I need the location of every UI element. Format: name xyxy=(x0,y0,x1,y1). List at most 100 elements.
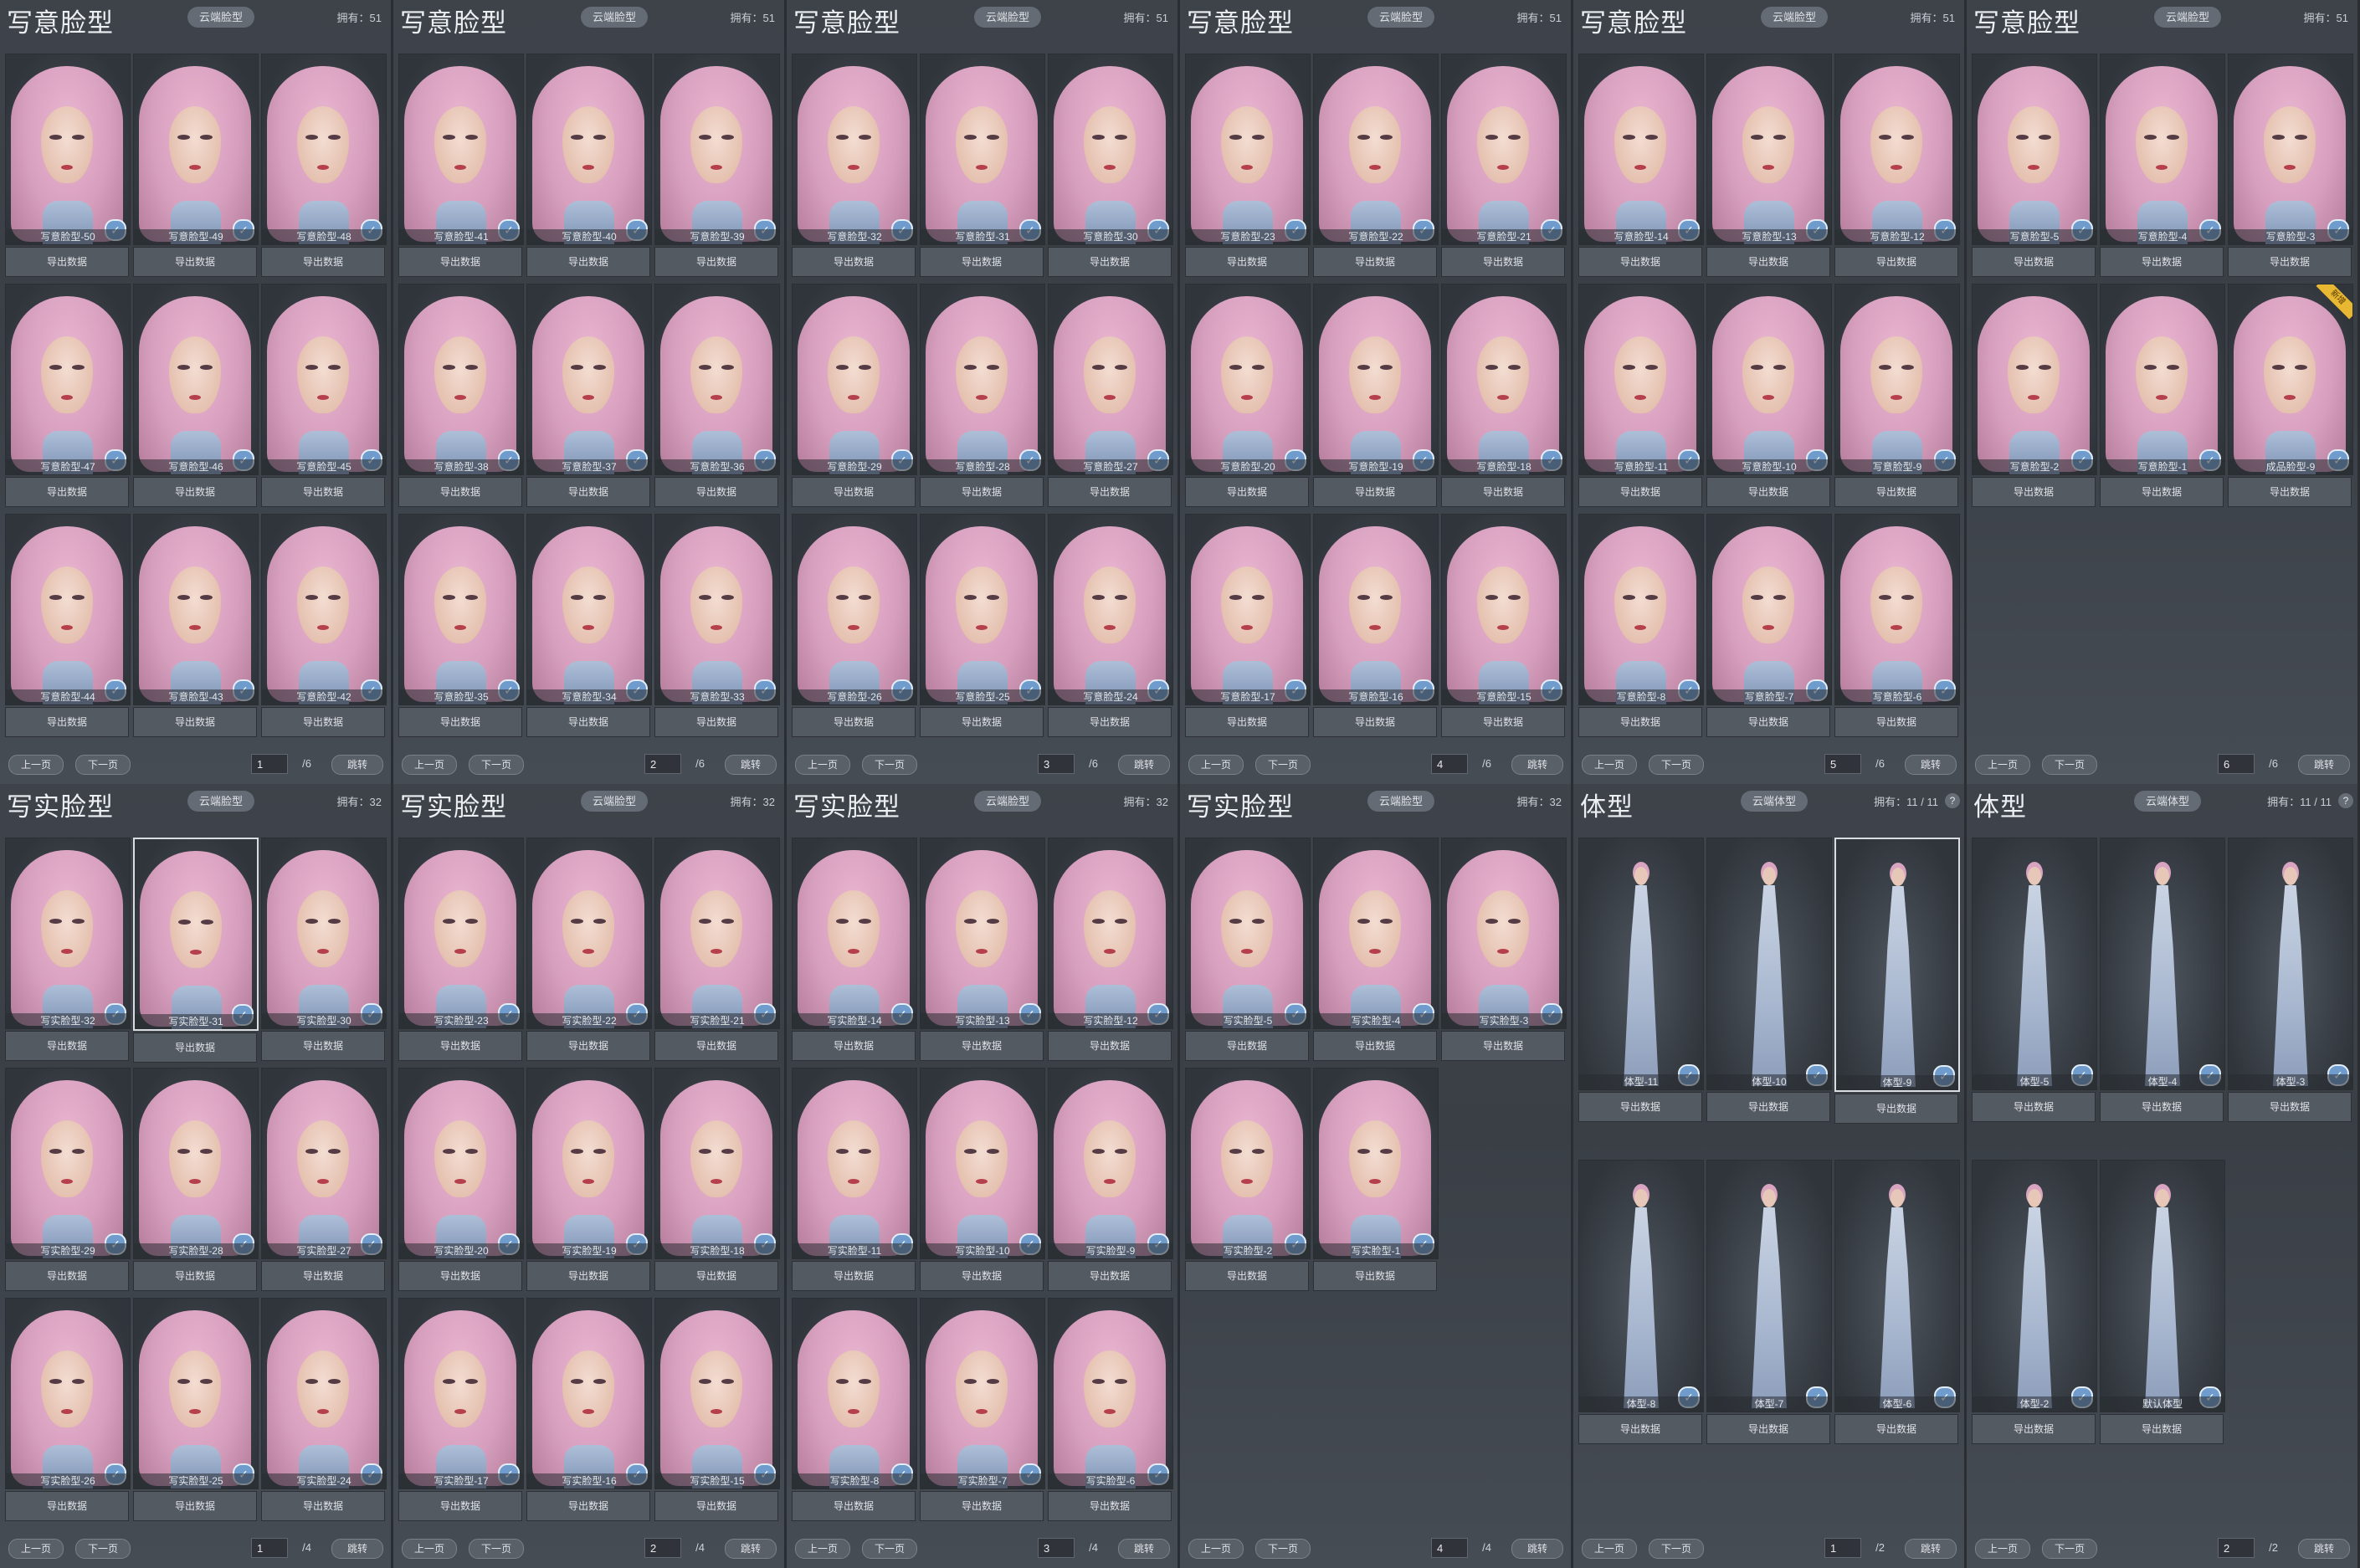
face-thumbnail[interactable]: ✓写实脸型-15 xyxy=(654,1298,780,1489)
cloud-button[interactable]: 云端脸型 xyxy=(1760,7,1828,28)
face-thumbnail[interactable]: ✓写意脸型-5 xyxy=(1972,54,2097,245)
preset-card[interactable]: ✓写实脸型-16导出数据 xyxy=(526,1298,652,1521)
face-thumbnail[interactable]: ✓写实脸型-17 xyxy=(398,1298,524,1489)
export-data-button[interactable]: 导出数据 xyxy=(792,477,916,507)
page-number-input[interactable]: 1 xyxy=(251,754,288,774)
preset-card[interactable]: ✓写实脸型-24导出数据 xyxy=(261,1298,387,1521)
preset-card[interactable]: ✓写实脸型-5导出数据 xyxy=(1185,838,1311,1061)
export-data-button[interactable]: 导出数据 xyxy=(133,247,257,277)
preset-card[interactable]: ✓写意脸型-21导出数据 xyxy=(1441,54,1567,277)
page-number-input[interactable]: 1 xyxy=(1824,1538,1861,1558)
face-thumbnail[interactable]: ✓写意脸型-33 xyxy=(654,514,780,705)
preset-card[interactable]: ✓写实脸型-28导出数据 xyxy=(133,1068,259,1291)
face-thumbnail[interactable]: ✓写实脸型-8 xyxy=(792,1298,917,1489)
body-thumbnail[interactable]: ✓体型-11 xyxy=(1578,838,1704,1090)
prev-page-button[interactable]: 上一页 xyxy=(1975,1539,2030,1559)
export-data-button[interactable]: 导出数据 xyxy=(920,707,1044,737)
export-data-button[interactable]: 导出数据 xyxy=(920,1031,1044,1061)
face-thumbnail[interactable]: ✓写实脸型-26 xyxy=(5,1298,131,1489)
preset-card[interactable]: ✓写意脸型-46导出数据 xyxy=(133,284,259,507)
export-data-button[interactable]: 导出数据 xyxy=(1048,247,1172,277)
export-data-button[interactable]: 导出数据 xyxy=(654,707,778,737)
preset-card[interactable]: ✓写实脸型-23导出数据 xyxy=(398,838,524,1061)
export-data-button[interactable]: 导出数据 xyxy=(2228,477,2352,507)
preset-card[interactable]: ✓体型-11导出数据 xyxy=(1578,838,1704,1122)
export-data-button[interactable]: 导出数据 xyxy=(1706,707,1830,737)
cloud-button[interactable]: 云端脸型 xyxy=(2153,7,2221,28)
face-thumbnail[interactable]: ✓写意脸型-21 xyxy=(1441,54,1567,245)
export-data-button[interactable]: 导出数据 xyxy=(1313,1031,1437,1061)
export-data-button[interactable]: 导出数据 xyxy=(1048,477,1172,507)
preset-card[interactable]: ✓写实脸型-27导出数据 xyxy=(261,1068,387,1291)
export-data-button[interactable]: 导出数据 xyxy=(1834,247,1958,277)
next-page-button[interactable]: 下一页 xyxy=(75,1539,131,1559)
preset-card[interactable]: ✓写实脸型-12导出数据 xyxy=(1048,838,1173,1061)
cloud-button[interactable]: 云端体型 xyxy=(1740,791,1808,812)
face-thumbnail[interactable]: ✓写意脸型-19 xyxy=(1313,284,1439,475)
preset-card[interactable]: ✓写意脸型-25导出数据 xyxy=(920,514,1045,737)
cloud-button[interactable]: 云端脸型 xyxy=(1367,7,1434,28)
export-data-button[interactable]: 导出数据 xyxy=(133,1261,257,1291)
export-data-button[interactable]: 导出数据 xyxy=(2100,477,2224,507)
cloud-button[interactable]: 云端脸型 xyxy=(580,7,648,28)
face-thumbnail[interactable]: ✓写实脸型-24 xyxy=(261,1298,387,1489)
next-page-button[interactable]: 下一页 xyxy=(1649,755,1704,775)
face-thumbnail[interactable]: ✓写意脸型-47 xyxy=(5,284,131,475)
preset-card[interactable]: ✓写实脸型-11导出数据 xyxy=(792,1068,917,1291)
preset-card[interactable]: ✓体型-10导出数据 xyxy=(1706,838,1832,1122)
face-thumbnail[interactable]: ✓写意脸型-32 xyxy=(792,54,917,245)
preset-card[interactable]: ✓写意脸型-14导出数据 xyxy=(1578,54,1704,277)
body-thumbnail[interactable]: ✓体型-9 xyxy=(1834,838,1960,1092)
body-thumbnail[interactable]: ✓默认体型 xyxy=(2100,1160,2225,1412)
preset-card[interactable]: ✓写实脸型-17导出数据 xyxy=(398,1298,524,1521)
export-data-button[interactable]: 导出数据 xyxy=(1185,1261,1309,1291)
preset-card[interactable]: ✓写实脸型-4导出数据 xyxy=(1313,838,1439,1061)
face-thumbnail[interactable]: ✓写意脸型-1 xyxy=(2100,284,2225,475)
preset-card[interactable]: ✓写意脸型-47导出数据 xyxy=(5,284,131,507)
jump-button[interactable]: 跳转 xyxy=(331,1539,383,1559)
export-data-button[interactable]: 导出数据 xyxy=(133,707,257,737)
preset-card[interactable]: ✓写实脸型-25导出数据 xyxy=(133,1298,259,1521)
face-thumbnail[interactable]: ✓写意脸型-35 xyxy=(398,514,524,705)
export-data-button[interactable]: 导出数据 xyxy=(654,1261,778,1291)
export-data-button[interactable]: 导出数据 xyxy=(1441,247,1565,277)
page-number-input[interactable]: 2 xyxy=(2218,1538,2255,1558)
export-data-button[interactable]: 导出数据 xyxy=(792,1031,916,1061)
face-thumbnail[interactable]: ✓写实脸型-10 xyxy=(920,1068,1045,1259)
preset-card[interactable]: ✓写实脸型-3导出数据 xyxy=(1441,838,1567,1061)
preset-card[interactable]: ✓写意脸型-43导出数据 xyxy=(133,514,259,737)
face-thumbnail[interactable]: ✓写意脸型-37 xyxy=(526,284,652,475)
face-thumbnail[interactable]: ✓写实脸型-20 xyxy=(398,1068,524,1259)
body-thumbnail[interactable]: ✓体型-5 xyxy=(1972,838,2097,1090)
export-data-button[interactable]: 导出数据 xyxy=(261,707,385,737)
export-data-button[interactable]: 导出数据 xyxy=(1441,477,1565,507)
face-thumbnail[interactable]: ✓写实脸型-5 xyxy=(1185,838,1311,1029)
preset-card[interactable]: ✓体型-7导出数据 xyxy=(1706,1160,1832,1444)
export-data-button[interactable]: 导出数据 xyxy=(1048,1031,1172,1061)
export-data-button[interactable]: 导出数据 xyxy=(526,707,650,737)
preset-card[interactable]: ✓写意脸型-34导出数据 xyxy=(526,514,652,737)
export-data-button[interactable]: 导出数据 xyxy=(920,1261,1044,1291)
preset-card[interactable]: ✓写实脸型-8导出数据 xyxy=(792,1298,917,1521)
next-page-button[interactable]: 下一页 xyxy=(2042,755,2097,775)
preset-card[interactable]: ✓写实脸型-6导出数据 xyxy=(1048,1298,1173,1521)
help-icon[interactable]: ? xyxy=(1945,793,1960,808)
preset-card[interactable]: ✓写意脸型-7导出数据 xyxy=(1706,514,1832,737)
face-thumbnail[interactable]: ✓写意脸型-15 xyxy=(1441,514,1567,705)
face-thumbnail[interactable]: ✓写意脸型-22 xyxy=(1313,54,1439,245)
export-data-button[interactable]: 导出数据 xyxy=(1313,247,1437,277)
preset-card[interactable]: ✓写实脸型-26导出数据 xyxy=(5,1298,131,1521)
export-data-button[interactable]: 导出数据 xyxy=(920,477,1044,507)
preset-card[interactable]: ✓写实脸型-10导出数据 xyxy=(920,1068,1045,1291)
face-thumbnail[interactable]: ✓写意脸型-26 xyxy=(792,514,917,705)
preset-card[interactable]: ✓写意脸型-23导出数据 xyxy=(1185,54,1311,277)
preset-card[interactable]: ✓写意脸型-27导出数据 xyxy=(1048,284,1173,507)
next-page-button[interactable]: 下一页 xyxy=(1255,755,1311,775)
jump-button[interactable]: 跳转 xyxy=(1905,1539,1957,1559)
preset-card[interactable]: ✓写意脸型-24导出数据 xyxy=(1048,514,1173,737)
preset-card[interactable]: ✓写意脸型-5导出数据 xyxy=(1972,54,2097,277)
preset-card[interactable]: ✓写意脸型-6导出数据 xyxy=(1834,514,1960,737)
preset-card[interactable]: ✓写意脸型-33导出数据 xyxy=(654,514,780,737)
export-data-button[interactable]: 导出数据 xyxy=(1972,477,2096,507)
preset-card[interactable]: ✓写意脸型-40导出数据 xyxy=(526,54,652,277)
